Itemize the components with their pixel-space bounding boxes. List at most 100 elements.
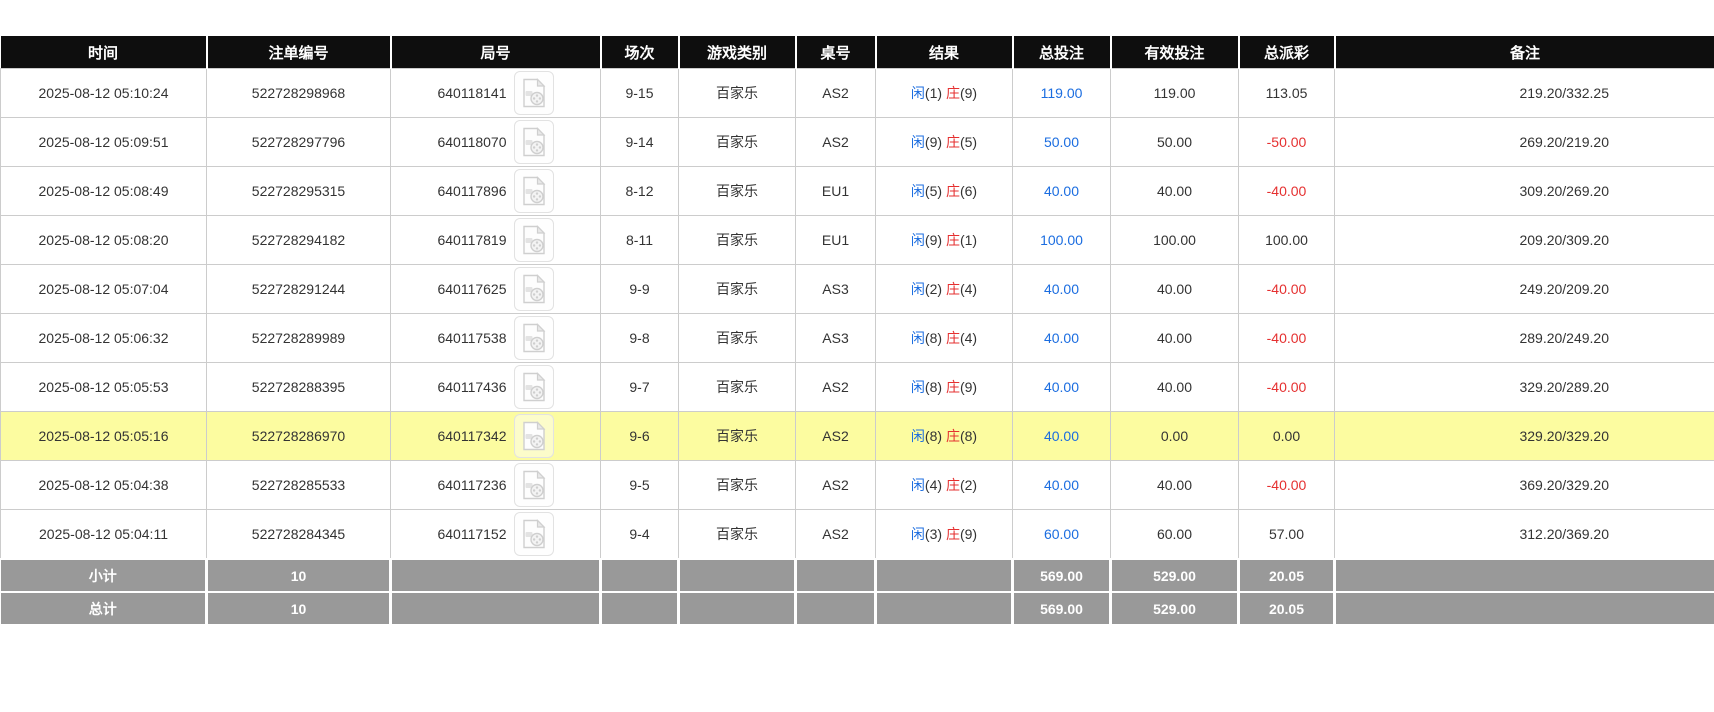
cell-payout: -40.00 [1239,265,1335,314]
cell-time: 2025-08-12 05:08:20 [1,216,207,265]
cell-session: 9-8 [601,314,679,363]
cell-remark: 329.20/329.20 [1335,412,1714,461]
cell-game-type: 百家乐 [679,167,796,216]
bet-record-row[interactable]: 2025-08-12 05:08:49 522728295315 6401178… [1,167,1714,216]
cell-time: 2025-08-12 05:06:32 [1,314,207,363]
table-header: 时间 注单编号 局号 场次 游戏类别 桌号 结果 总投注 有效投注 总派彩 备注 [1,36,1714,69]
cell-game-type: 百家乐 [679,461,796,510]
col-header-total-bet: 总投注 [1013,36,1111,69]
cell-total-bet: 40.00 [1013,265,1111,314]
cell-result: 闲(5) 庄(6) [876,167,1013,216]
cell-valid-bet: 40.00 [1111,363,1239,412]
cell-remark: 369.20/329.20 [1335,461,1714,510]
video-replay-icon[interactable] [514,120,554,164]
result-banker-score: (2) [960,477,977,493]
cell-valid-bet: 100.00 [1111,216,1239,265]
cell-remark: 312.20/369.20 [1335,510,1714,560]
cell-session: 9-4 [601,510,679,560]
cell-remark: 329.20/289.20 [1335,363,1714,412]
video-replay-icon[interactable] [514,365,554,409]
result-player-score: (8) [925,330,942,346]
bet-record-row[interactable]: 2025-08-12 05:07:04 522728291244 6401176… [1,265,1714,314]
result-banker-score: (8) [960,428,977,444]
cell-round-id: 640117896 [391,167,601,216]
cell-game-type: 百家乐 [679,265,796,314]
video-replay-icon[interactable] [514,316,554,360]
cell-valid-bet: 40.00 [1111,314,1239,363]
cell-result: 闲(9) 庄(1) [876,216,1013,265]
cell-session: 8-11 [601,216,679,265]
bet-record-row[interactable]: 2025-08-12 05:08:20 522728294182 6401178… [1,216,1714,265]
bet-record-row[interactable]: 2025-08-12 05:04:11 522728284345 6401171… [1,510,1714,560]
bet-record-row[interactable]: 2025-08-12 05:06:32 522728289989 6401175… [1,314,1714,363]
result-player-label: 闲 [911,428,925,444]
cell-round-id: 640117152 [391,510,601,560]
bet-record-row[interactable]: 2025-08-12 05:04:38 522728285533 6401172… [1,461,1714,510]
total-empty-session [601,592,679,624]
cell-valid-bet: 40.00 [1111,461,1239,510]
cell-result: 闲(8) 庄(8) [876,412,1013,461]
video-replay-icon[interactable] [514,267,554,311]
cell-time: 2025-08-12 05:10:24 [1,69,207,118]
bet-record-row[interactable]: 2025-08-12 05:05:16 522728286970 6401173… [1,412,1714,461]
result-player-label: 闲 [911,526,925,542]
cell-round-id: 640117819 [391,216,601,265]
col-header-session: 场次 [601,36,679,69]
result-player-score: (5) [925,183,942,199]
bet-record-row[interactable]: 2025-08-12 05:05:53 522728288395 6401174… [1,363,1714,412]
cell-result: 闲(3) 庄(9) [876,510,1013,560]
bet-records-page: 时间 注单编号 局号 场次 游戏类别 桌号 结果 总投注 有效投注 总派彩 备注… [0,0,1714,624]
cell-payout: -40.00 [1239,461,1335,510]
col-header-time: 时间 [1,36,207,69]
result-banker-score: (1) [960,232,977,248]
video-replay-icon[interactable] [514,71,554,115]
video-replay-icon[interactable] [514,512,554,556]
result-banker-label: 庄 [946,281,960,297]
subtotal-empty-result [876,559,1013,592]
subtotal-empty-table [796,559,876,592]
cell-time: 2025-08-12 05:09:51 [1,118,207,167]
result-banker-score: (9) [960,85,977,101]
cell-time: 2025-08-12 05:07:04 [1,265,207,314]
cell-round-id: 640118070 [391,118,601,167]
bet-record-row[interactable]: 2025-08-12 05:10:24 522728298968 6401181… [1,69,1714,118]
cell-bet-id: 522728294182 [207,216,391,265]
cell-total-bet: 50.00 [1013,118,1111,167]
cell-payout: -50.00 [1239,118,1335,167]
table-footer: 小计 10 569.00 529.00 20.05 总计 10 [1,559,1714,624]
total-valid-bet: 529.00 [1111,592,1239,624]
result-banker-label: 庄 [946,232,960,248]
cell-bet-id: 522728297796 [207,118,391,167]
cell-payout: -40.00 [1239,314,1335,363]
cell-total-bet: 40.00 [1013,314,1111,363]
subtotal-empty-remark [1335,559,1714,592]
cell-round-id: 640117436 [391,363,601,412]
cell-total-bet: 40.00 [1013,461,1111,510]
cell-remark: 309.20/269.20 [1335,167,1714,216]
bet-record-row[interactable]: 2025-08-12 05:09:51 522728297796 6401180… [1,118,1714,167]
video-replay-icon[interactable] [514,169,554,213]
result-banker-label: 庄 [946,183,960,199]
cell-valid-bet: 40.00 [1111,265,1239,314]
cell-total-bet: 40.00 [1013,412,1111,461]
subtotal-total-bet: 569.00 [1013,559,1111,592]
cell-table-no: AS2 [796,461,876,510]
video-replay-icon[interactable] [514,463,554,507]
bet-records-table: 时间 注单编号 局号 场次 游戏类别 桌号 结果 总投注 有效投注 总派彩 备注… [0,36,1714,624]
result-banker-score: (6) [960,183,977,199]
result-player-label: 闲 [911,85,925,101]
result-banker-label: 庄 [946,526,960,542]
cell-table-no: AS2 [796,363,876,412]
cell-time: 2025-08-12 05:04:11 [1,510,207,560]
cell-session: 9-7 [601,363,679,412]
video-replay-icon[interactable] [514,414,554,458]
cell-result: 闲(4) 庄(2) [876,461,1013,510]
round-id-text: 640117625 [437,281,506,297]
video-replay-icon[interactable] [514,218,554,262]
result-player-score: (8) [925,428,942,444]
total-payout: 20.05 [1239,592,1335,624]
round-id-text: 640117819 [437,232,506,248]
total-empty-game [679,592,796,624]
col-header-game-type: 游戏类别 [679,36,796,69]
cell-total-bet: 100.00 [1013,216,1111,265]
